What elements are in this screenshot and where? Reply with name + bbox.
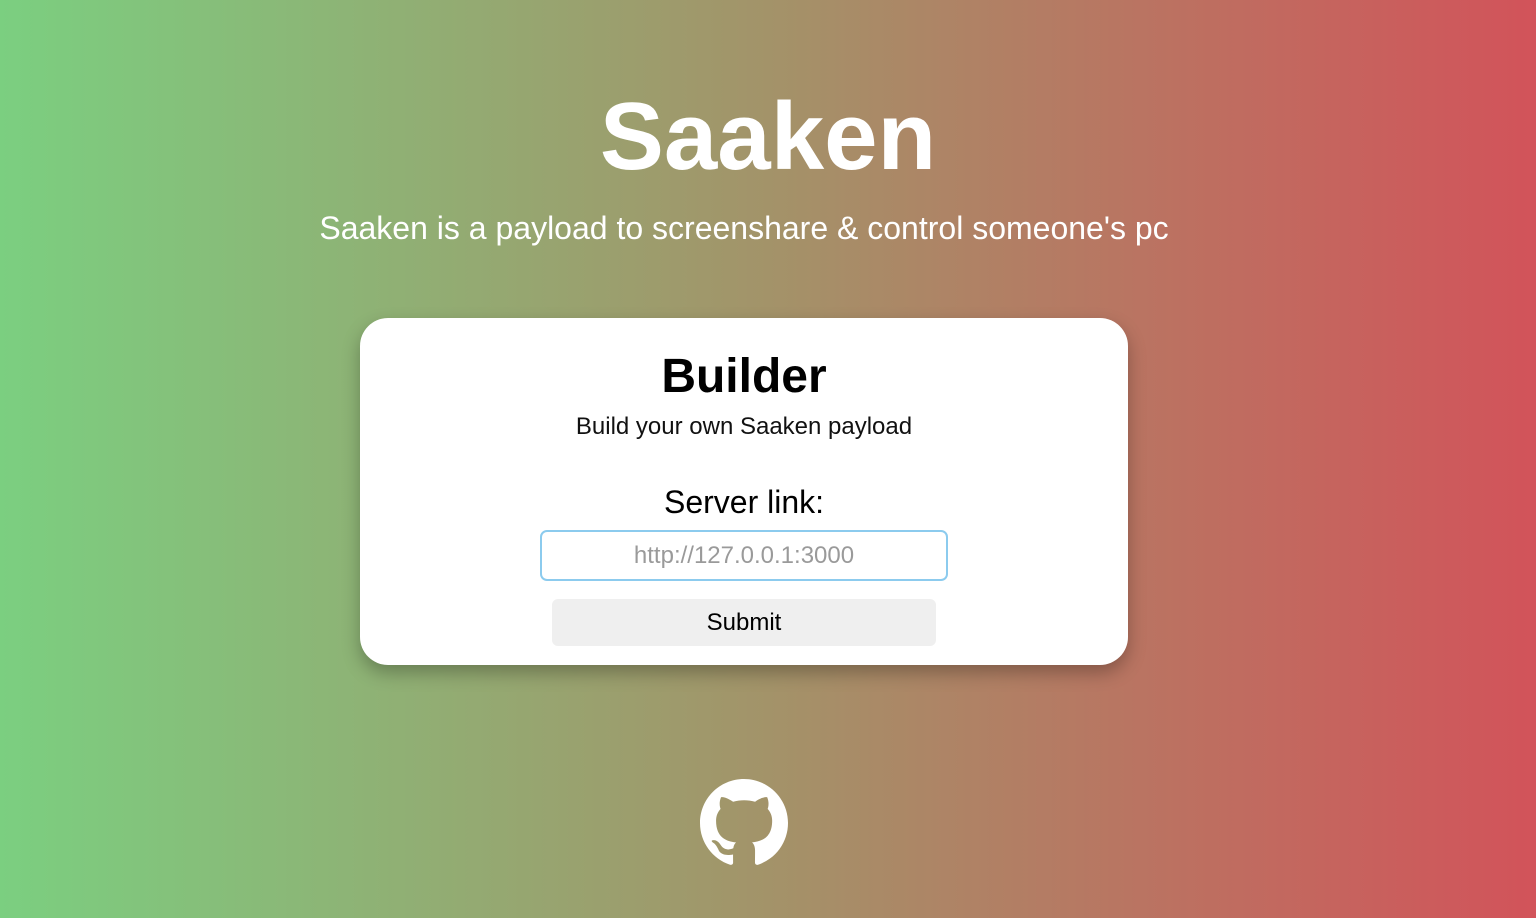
builder-subtitle: Build your own Saaken payload <box>575 413 913 440</box>
github-icon <box>700 779 788 865</box>
builder-title: Builder <box>661 350 827 403</box>
page-subtitle: Saaken is a payload to screenshare & con… <box>319 210 1169 246</box>
submit-button[interactable]: Submit <box>552 599 936 646</box>
builder-card: Builder Build your own Saaken payload Se… <box>360 318 1128 665</box>
github-link[interactable] <box>700 779 788 867</box>
server-link-label: Server link: <box>663 484 825 520</box>
server-link-input[interactable] <box>540 530 948 581</box>
page-title: Saaken <box>599 83 937 190</box>
